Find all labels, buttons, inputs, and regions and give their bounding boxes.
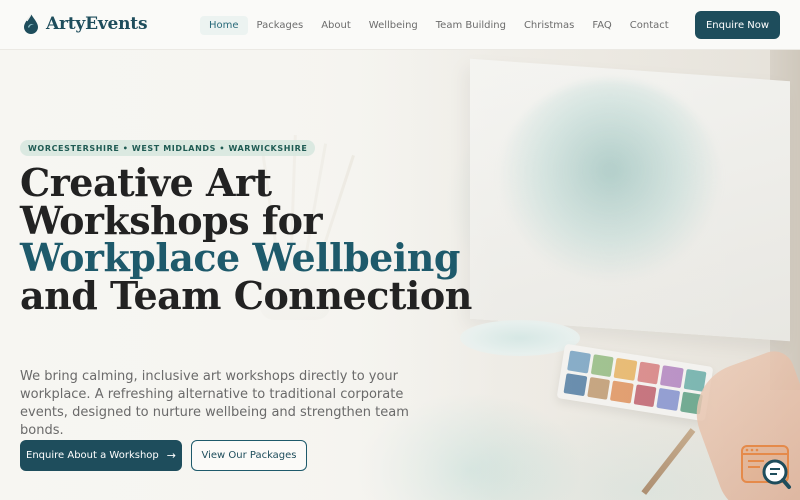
nav-item-wellbeing[interactable]: Wellbeing	[360, 16, 427, 35]
nav-item-contact[interactable]: Contact	[621, 16, 678, 35]
hero-title-part1: Creative Art Workshops for	[20, 160, 323, 243]
brand-logo-link[interactable]: ArtyEvents	[22, 13, 148, 35]
nav-item-christmas[interactable]: Christmas	[515, 16, 583, 35]
nav-item-packages[interactable]: Packages	[248, 16, 313, 35]
brand-name: ArtyEvents	[46, 14, 148, 34]
enquire-now-button[interactable]: Enquire Now	[695, 11, 780, 39]
arrow-right-icon: →	[166, 449, 176, 462]
navbar: ArtyEvents Home Packages About Wellbeing…	[0, 0, 800, 50]
main-nav: Home Packages About Wellbeing Team Build…	[200, 0, 678, 50]
nav-item-faq[interactable]: FAQ	[583, 16, 620, 35]
nav-item-home[interactable]: Home	[200, 15, 248, 35]
enquire-workshop-button[interactable]: Enquire About a Workshop →	[20, 440, 182, 471]
chat-widget-button[interactable]	[740, 444, 792, 490]
nav-item-team-building[interactable]: Team Building	[427, 16, 515, 35]
enquire-workshop-label: Enquire About a Workshop	[26, 450, 159, 461]
nav-item-about[interactable]: About	[312, 16, 360, 35]
paint-drop-icon	[24, 13, 38, 34]
chat-search-icon	[741, 445, 791, 489]
hero-title: Creative Art Workshops for Workplace Wel…	[20, 164, 490, 314]
hero-description: We bring calming, inclusive art workshop…	[20, 369, 409, 438]
region-badge: WORCESTERSHIRE • WEST MIDLANDS • WARWICK…	[20, 140, 316, 156]
hero-title-part2: and Team Connection	[20, 272, 472, 318]
view-packages-button[interactable]: View Our Packages	[191, 440, 307, 471]
